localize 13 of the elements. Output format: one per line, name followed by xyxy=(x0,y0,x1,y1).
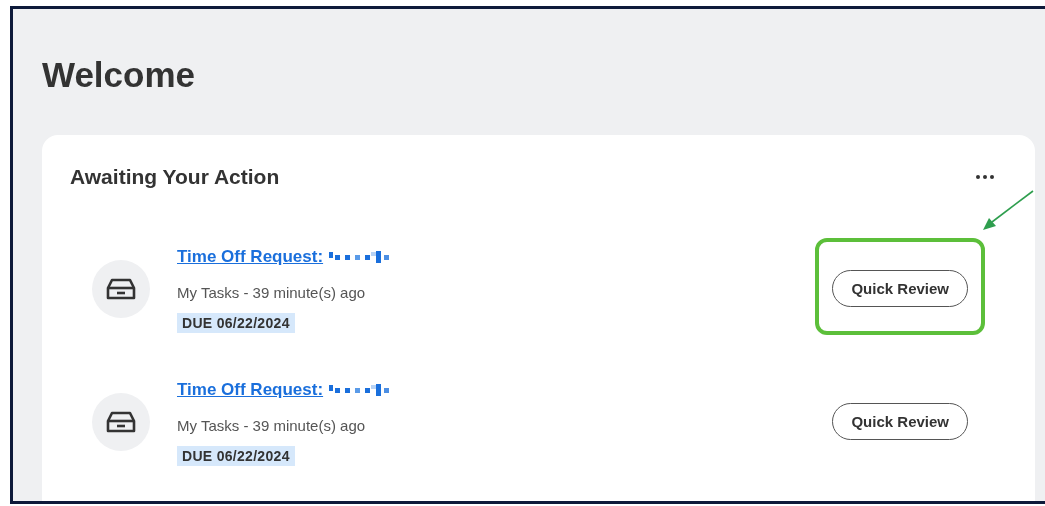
quick-review-button[interactable]: Quick Review xyxy=(832,403,968,440)
redaction-icon xyxy=(329,251,390,263)
section-title: Awaiting Your Action xyxy=(70,165,280,189)
task-meta: My Tasks - 39 minute(s) ago xyxy=(177,284,367,301)
due-badge: DUE 06/22/2024 xyxy=(177,313,295,333)
task-link[interactable]: Time Off Request: xyxy=(177,380,324,400)
due-badge: DUE 06/22/2024 xyxy=(177,446,295,466)
redaction-icon xyxy=(329,384,390,396)
arrow xyxy=(982,190,1035,232)
quick-review-button[interactable]: Quick Review xyxy=(832,270,968,307)
task-meta: My Tasks - 39 minute(s) ago xyxy=(177,417,367,434)
page-title: Welcome xyxy=(42,54,197,96)
task-link[interactable]: Time Off Request: xyxy=(177,247,324,267)
